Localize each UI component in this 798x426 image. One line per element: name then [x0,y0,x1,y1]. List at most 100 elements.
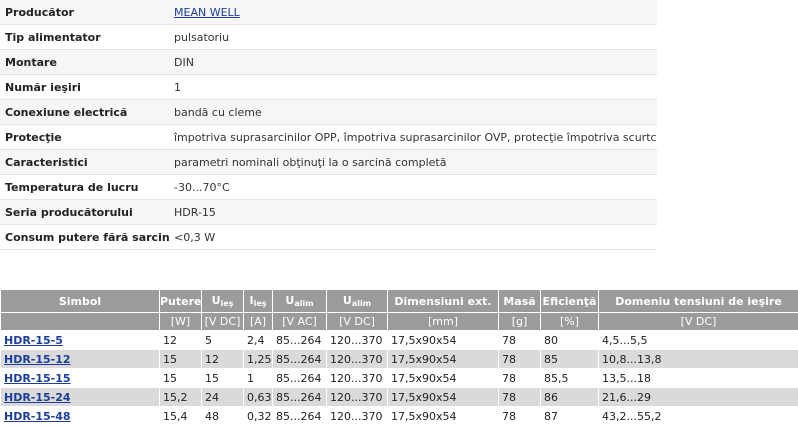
col-header-u-out: Uieş [202,290,244,313]
unit-cell: [V DC] [327,313,388,331]
symbol-cell: HDR-15-5 [1,331,160,350]
models-table: Simbol Putere Uieş Iieş Ualim Ualim Dime… [0,289,798,426]
models-header-row: Simbol Putere Uieş Iieş Ualim Ualim Dime… [1,290,798,313]
model-link[interactable]: HDR-15-5 [4,334,63,347]
dimensions-cell: 17,5x90x54 [388,369,499,388]
range-cell: 13,5...18 [599,369,798,388]
i-out-cell: 1,25 [244,350,273,369]
models-units-row: [W] [V DC] [A] [V AC] [V DC] [mm] [g] [%… [1,313,798,331]
efficiency-cell: 85,5 [541,369,599,388]
spec-value: <0,3 W [169,231,657,244]
u-out-cell: 12 [202,350,244,369]
mass-cell: 78 [499,388,541,407]
spec-value: pulsatoriu [169,31,657,44]
spec-row-series: Seria producătorului HDR-15 [0,200,657,225]
spec-label: Număr ieşiri [0,81,169,94]
model-link[interactable]: HDR-15-48 [4,410,71,423]
symbol-cell: HDR-15-24 [1,388,160,407]
mass-cell: 78 [499,369,541,388]
spec-label: Consum putere fără sarcină [0,231,169,244]
spec-label: Conexiune electrică [0,106,169,119]
col-header-dimensions: Dimensiuni ext. [388,290,499,313]
spec-label: Producător [0,6,169,19]
table-row: HDR-15-12 15 12 1,25 85...264 120...370 … [1,350,798,369]
table-row: HDR-15-15 15 15 1 85...264 120...370 17,… [1,369,798,388]
spec-row-outputs: Număr ieşiri 1 [0,75,657,100]
spec-value: MEAN WELL [169,6,657,19]
spec-label: Caracteristici [0,156,169,169]
spec-row-features: Caracteristici parametri nominali obţinu… [0,150,657,175]
producer-link[interactable]: MEAN WELL [174,6,240,19]
unit-cell: [mm] [388,313,499,331]
spec-row-temperature: Temperatura de lucru -30...70°C [0,175,657,200]
model-link[interactable]: HDR-15-24 [4,391,71,404]
dimensions-cell: 17,5x90x54 [388,350,499,369]
range-cell: 4,5...5,5 [599,331,798,350]
symbol-cell: HDR-15-15 [1,369,160,388]
u-out-cell: 15 [202,369,244,388]
u-in-dc-cell: 120...370 [327,350,388,369]
u-in-dc-cell: 120...370 [327,331,388,350]
col-header-efficiency: Eficienţă [541,290,599,313]
spec-table: Producător MEAN WELL Tip alimentator pul… [0,0,657,250]
spec-row-supply-type: Tip alimentator pulsatoriu [0,25,657,50]
efficiency-cell: 86 [541,388,599,407]
unit-cell: [V DC] [202,313,244,331]
dimensions-cell: 17,5x90x54 [388,331,499,350]
col-header-mass: Masă [499,290,541,313]
spec-value: HDR-15 [169,206,657,219]
spec-row-protection: Protecţie împotriva suprasarcinilor OPP,… [0,125,657,150]
col-header-u-in-ac: Ualim [273,290,327,313]
spec-row-no-load: Consum putere fără sarcină <0,3 W [0,225,657,250]
unit-cell: [%] [541,313,599,331]
range-cell: 21,6...29 [599,388,798,407]
spec-label: Montare [0,56,169,69]
unit-cell: [W] [160,313,202,331]
u-in-ac-cell: 85...264 [273,388,327,407]
spec-value: împotriva suprasarcinilor OPP, împotriva… [169,131,657,144]
col-header-power: Putere [160,290,202,313]
spec-value: -30...70°C [169,181,657,194]
spec-value: DIN [169,56,657,69]
col-header-i-out: Iieş [244,290,273,313]
spec-label: Temperatura de lucru [0,181,169,194]
spec-label: Protecţie [0,131,169,144]
spec-row-mounting: Montare DIN [0,50,657,75]
table-row: HDR-15-5 12 5 2,4 85...264 120...370 17,… [1,331,798,350]
unit-symbol [1,313,160,331]
mass-cell: 78 [499,331,541,350]
power-cell: 15 [160,350,202,369]
col-header-range: Domeniu tensiuni de ieşire [599,290,798,313]
model-link[interactable]: HDR-15-15 [4,372,71,385]
unit-cell: [V AC] [273,313,327,331]
unit-cell: [g] [499,313,541,331]
mass-cell: 78 [499,350,541,369]
power-cell: 15,2 [160,388,202,407]
i-out-cell: 1 [244,369,273,388]
u-in-dc-cell: 120...370 [327,369,388,388]
spec-row-producer: Producător MEAN WELL [0,0,657,25]
unit-cell: [V DC] [599,313,798,331]
u-in-dc-cell: 120...370 [327,388,388,407]
u-in-ac-cell: 85...264 [273,331,327,350]
spec-row-connection: Conexiune electrică bandă cu cleme [0,100,657,125]
unit-cell: [A] [244,313,273,331]
col-header-symbol: Simbol [1,290,160,313]
power-cell: 12 [160,331,202,350]
efficiency-cell: 85 [541,350,599,369]
spec-label: Tip alimentator [0,31,169,44]
power-cell: 15 [160,369,202,388]
spec-value: 1 [169,81,657,94]
model-link[interactable]: HDR-15-12 [4,353,71,366]
spec-value: bandă cu cleme [169,106,657,119]
col-header-u-in-dc: Ualim [327,290,388,313]
u-in-ac-cell: 85...264 [273,369,327,388]
dimensions-cell: 17,5x90x54 [388,388,499,407]
spec-label: Seria producătorului [0,206,169,219]
i-out-cell: 0,63 [244,388,273,407]
u-out-cell: 5 [202,331,244,350]
u-out-cell: 24 [202,388,244,407]
i-out-cell: 2,4 [244,331,273,350]
spec-value: parametri nominali obţinuţi la o sarcină… [169,156,657,169]
u-in-ac-cell: 85...264 [273,350,327,369]
